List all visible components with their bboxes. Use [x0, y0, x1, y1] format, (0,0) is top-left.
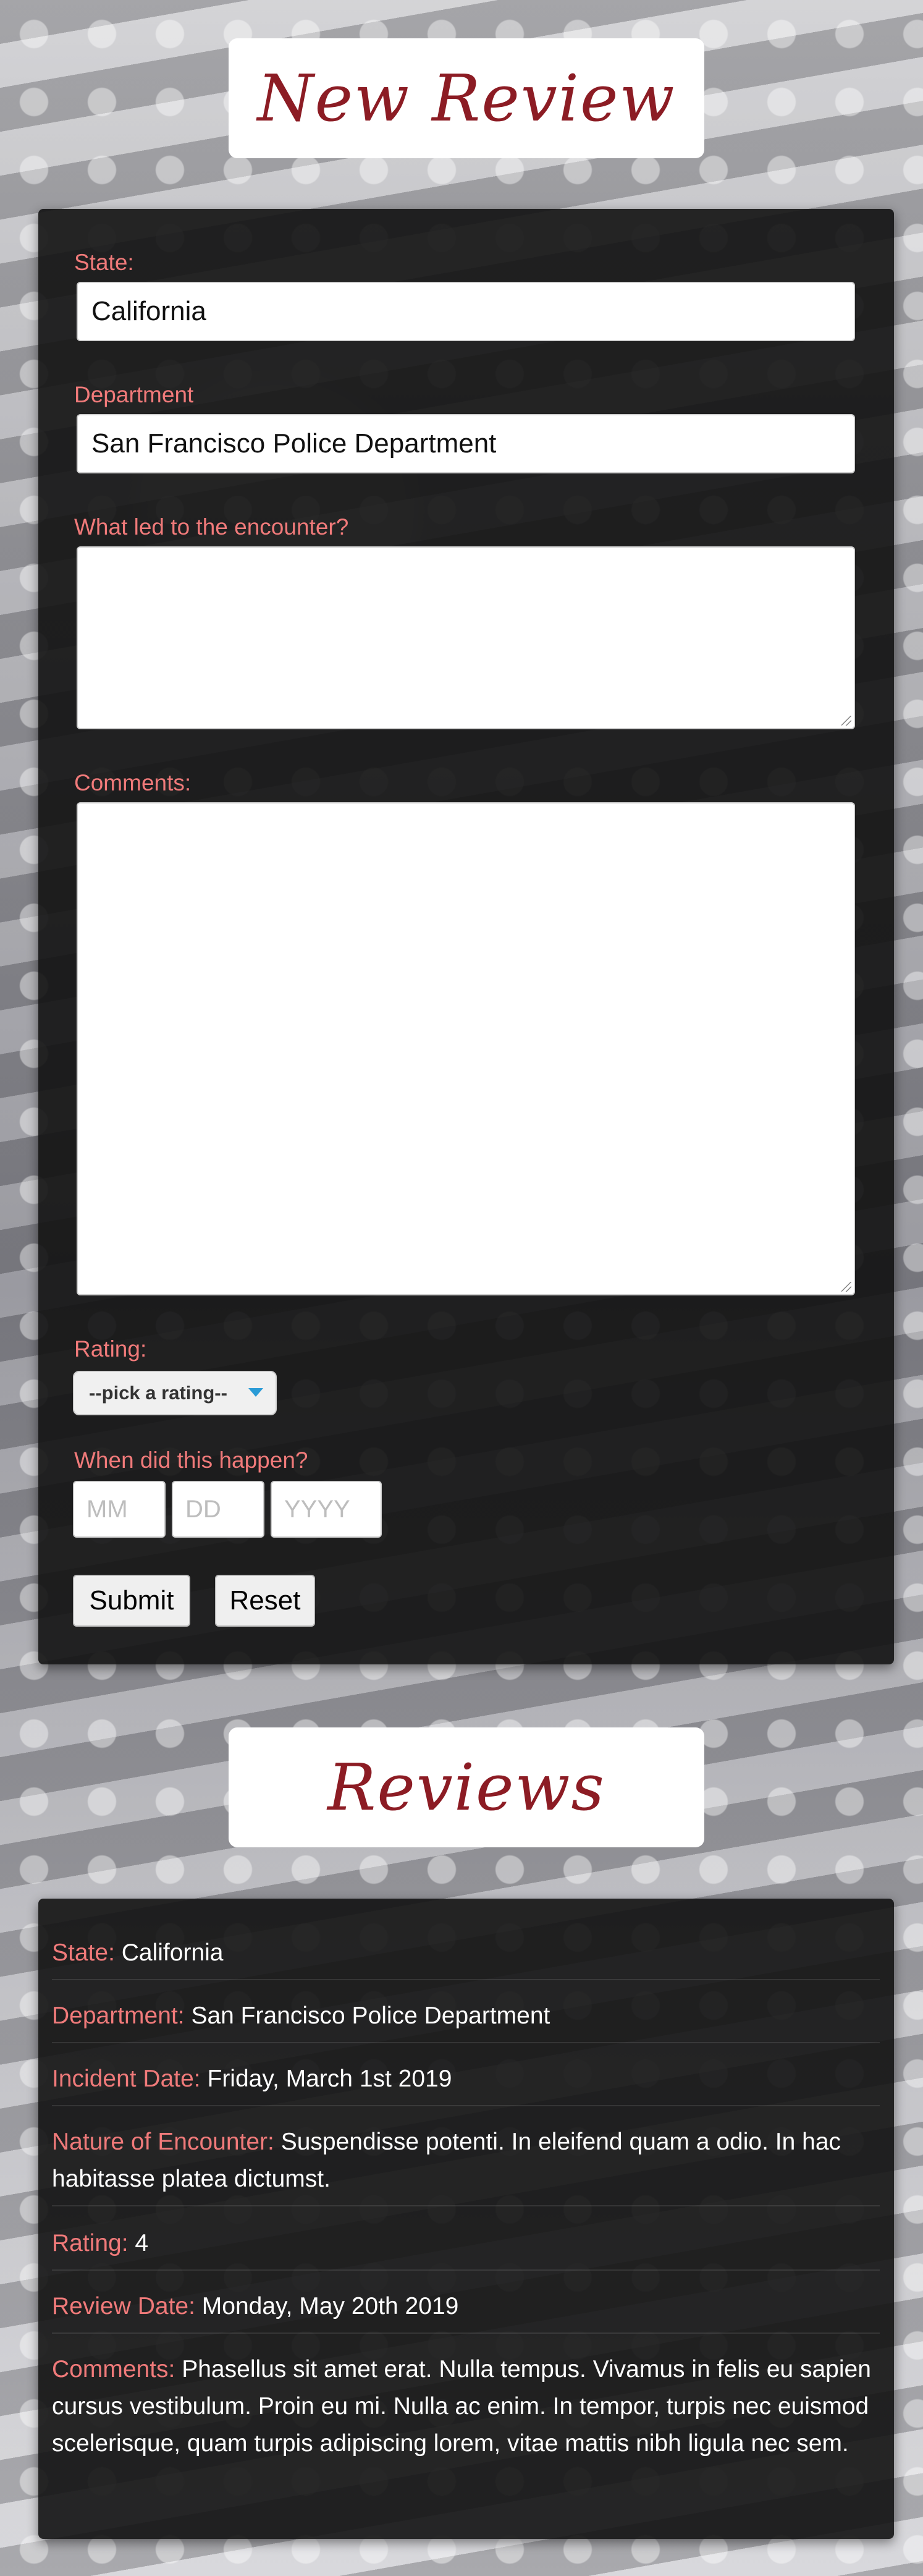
review-state: State: California — [52, 1934, 880, 1980]
resize-handle-icon[interactable] — [841, 716, 851, 726]
review-incident-date: Incident Date: Friday, March 1st 2019 — [52, 2061, 880, 2106]
reviews-title-banner: Reviews — [229, 1727, 704, 1847]
year-placeholder: YYYY — [284, 1495, 350, 1523]
encounter-textarea[interactable] — [77, 546, 855, 729]
department-input-value: San Francisco Police Department — [91, 428, 497, 459]
comments-label: Comments: — [74, 770, 192, 795]
day-input[interactable]: DD — [172, 1481, 264, 1538]
page-title: New Review — [257, 61, 676, 136]
review-state-value: California — [121, 1939, 224, 1966]
submit-button[interactable]: Submit — [73, 1575, 190, 1627]
review-department-value: San Francisco Police Department — [191, 2002, 550, 2029]
review-rating-key: Rating: — [52, 2230, 129, 2256]
state-label: State: — [74, 250, 134, 275]
review-nature: Nature of Encounter: Suspendisse potenti… — [52, 2124, 880, 2206]
resize-handle-icon[interactable] — [841, 1282, 851, 1292]
date-label: When did this happen? — [74, 1447, 308, 1473]
review-department-key: Department: — [52, 2002, 185, 2029]
review-date-key: Review Date: — [52, 2293, 195, 2320]
review-comments: Comments: Phasellus sit amet erat. Nulla… — [52, 2351, 880, 2470]
encounter-label: What led to the encounter? — [74, 514, 349, 540]
review-department: Department: San Francisco Police Departm… — [52, 1998, 880, 2043]
rating-label: Rating: — [74, 1336, 147, 1362]
rating-select-value: --pick a rating-- — [89, 1382, 227, 1404]
comments-textarea[interactable] — [77, 802, 855, 1295]
month-input[interactable]: MM — [73, 1481, 166, 1538]
review-comments-key: Comments: — [52, 2356, 175, 2383]
review-date-value: Monday, May 20th 2019 — [201, 2293, 459, 2320]
department-input[interactable]: San Francisco Police Department — [77, 414, 855, 473]
review-comments-value: Phasellus sit amet erat. Nulla tempus. V… — [52, 2356, 871, 2457]
review-nature-key: Nature of Encounter: — [52, 2129, 274, 2155]
review-rating: Rating: 4 — [52, 2225, 880, 2271]
year-input[interactable]: YYYY — [271, 1481, 382, 1538]
new-review-title-banner: New Review — [229, 38, 704, 158]
chevron-down-icon — [248, 1388, 263, 1397]
month-placeholder: MM — [86, 1495, 128, 1523]
reset-button[interactable]: Reset — [215, 1575, 315, 1627]
day-placeholder: DD — [185, 1495, 221, 1523]
reviews-title: Reviews — [327, 1750, 605, 1825]
rating-select[interactable]: --pick a rating-- — [73, 1371, 277, 1415]
review-rating-value: 4 — [135, 2230, 149, 2256]
review-state-key: State: — [52, 1939, 115, 1966]
review-date: Review Date: Monday, May 20th 2019 — [52, 2288, 880, 2334]
state-input[interactable]: California — [77, 282, 855, 341]
state-input-value: California — [91, 296, 206, 326]
review-incident-value: Friday, March 1st 2019 — [207, 2065, 452, 2092]
department-label: Department — [74, 382, 194, 407]
review-incident-key: Incident Date: — [52, 2065, 201, 2092]
